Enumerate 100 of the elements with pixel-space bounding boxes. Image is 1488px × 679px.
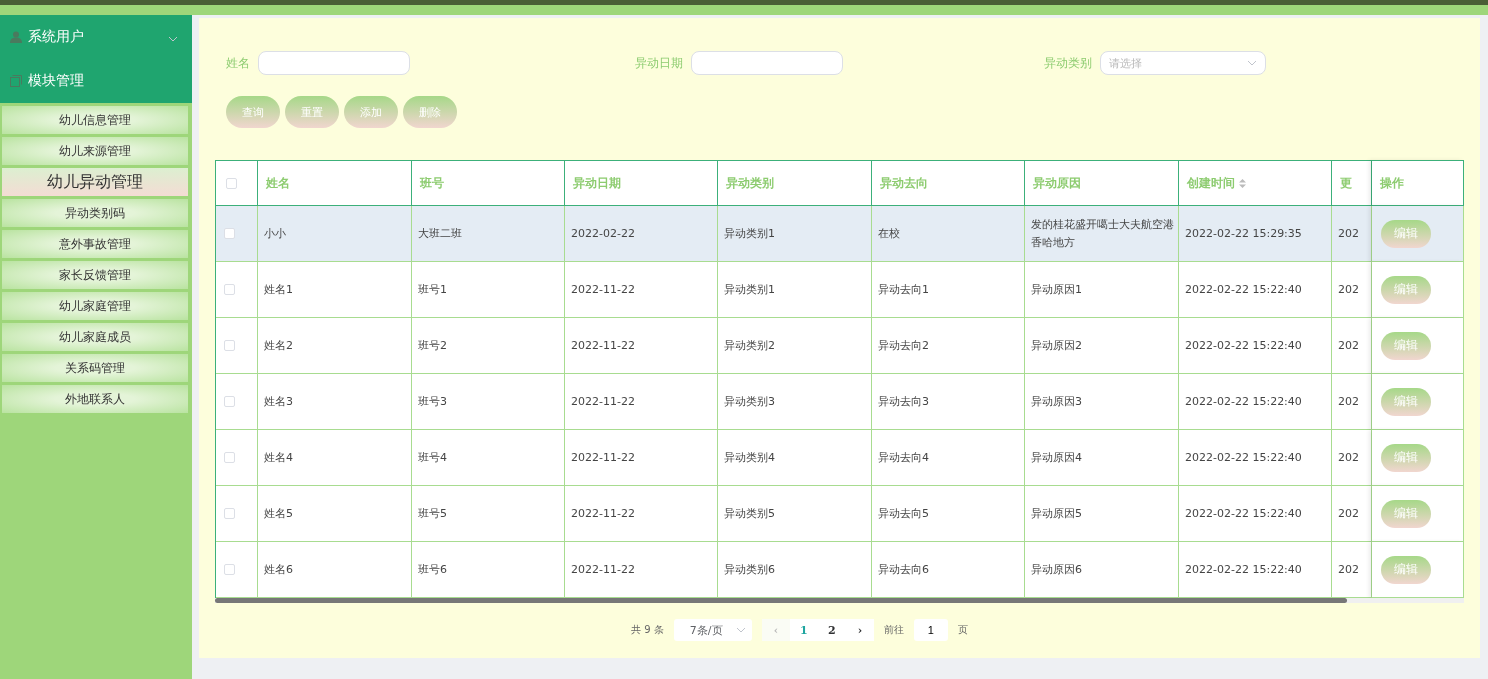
table-cell: 姓名3	[258, 374, 412, 430]
table-cell: 2022-11-22	[565, 542, 718, 598]
page-size-select[interactable]: 7条/页	[673, 619, 752, 641]
checkbox[interactable]	[224, 564, 235, 575]
table-cell: 发的桂花盛开噶士大夫航空港香哈地方	[1025, 206, 1179, 262]
menu-item[interactable]: 幼儿异动管理	[2, 168, 188, 196]
table-cell: 异动原因5	[1025, 486, 1179, 542]
menu-item[interactable]: 幼儿信息管理	[2, 106, 188, 134]
column-header: 创建时间	[1187, 174, 1235, 192]
table-cell: 异动类别1	[718, 262, 872, 318]
checkbox[interactable]	[224, 396, 235, 407]
table-cell: 异动去向3	[872, 374, 1025, 430]
checkbox[interactable]	[224, 508, 235, 519]
menu-item[interactable]: 关系码管理	[2, 354, 188, 382]
table-cell: 2022-11-22	[565, 318, 718, 374]
table-cell: 2022-11-22	[565, 486, 718, 542]
filter-label: 异动类别	[1044, 54, 1092, 72]
table-cell: 异动原因3	[1025, 374, 1179, 430]
table-cell: 202	[1332, 486, 1372, 542]
table-cell: 异动原因6	[1025, 542, 1179, 598]
column-header: 操作	[1380, 174, 1404, 192]
table-cell: 2022-02-22 15:22:40	[1179, 486, 1332, 542]
total-count: 共 9 条	[631, 623, 664, 637]
table-cell: 姓名2	[258, 318, 412, 374]
table-cell: 异动原因4	[1025, 430, 1179, 486]
table-cell: 异动原因1	[1025, 262, 1179, 318]
menu-group[interactable]: 系统用户	[0, 15, 192, 59]
table-cell: 班号4	[412, 430, 565, 486]
table-cell: 异动类别6	[718, 542, 872, 598]
table-cell: 大班二班	[412, 206, 565, 262]
copy-icon	[10, 75, 22, 87]
goto-label: 前往	[883, 623, 904, 637]
column-header: 班号	[420, 174, 444, 192]
table-cell: 异动去向4	[872, 430, 1025, 486]
table-cell: 2022-02-22 15:22:40	[1179, 374, 1332, 430]
table-cell: 在校	[872, 206, 1025, 262]
table-cell: 2022-02-22 15:22:40	[1179, 262, 1332, 318]
table-cell: 异动去向6	[872, 542, 1025, 598]
input-field[interactable]	[258, 51, 410, 75]
table-cell: 异动类别4	[718, 430, 872, 486]
goto-field[interactable]: 1	[913, 619, 948, 641]
menu-item[interactable]: 幼儿来源管理	[2, 137, 188, 165]
table-cell: 202	[1332, 430, 1372, 486]
select-field[interactable]: 请选择	[1100, 51, 1266, 75]
table-cell: 202	[1332, 262, 1372, 318]
table-cell: 班号5	[412, 486, 565, 542]
input-field[interactable]	[691, 51, 843, 75]
menu-group[interactable]: 模块管理	[0, 59, 192, 103]
filter-label: 异动日期	[635, 54, 683, 72]
column-header: 异动日期	[573, 174, 621, 192]
table-cell: 2022-02-22 15:29:35	[1179, 206, 1332, 262]
table-cell: 2022-02-22 15:22:40	[1179, 430, 1332, 486]
table-cell: 202	[1332, 318, 1372, 374]
table-cell: 202	[1332, 542, 1372, 598]
checkbox[interactable]	[224, 340, 235, 351]
table-cell: 异动类别2	[718, 318, 872, 374]
table-cell: 异动类别3	[718, 374, 872, 430]
table-cell: 姓名5	[258, 486, 412, 542]
menu-item[interactable]: 幼儿家庭管理	[2, 292, 188, 320]
menu-item[interactable]: 意外事故管理	[2, 230, 188, 258]
table-cell: 2022-02-22 15:22:40	[1179, 318, 1332, 374]
checkbox[interactable]	[224, 452, 235, 463]
table-cell: 异动去向1	[872, 262, 1025, 318]
column-header: 姓名	[266, 174, 290, 192]
table-cell: 异动类别1	[718, 206, 872, 262]
goto-suffix: 页	[957, 623, 968, 637]
chevron-icon	[1247, 60, 1257, 66]
table-cell: 2022-11-22	[565, 430, 718, 486]
checkbox[interactable]	[224, 228, 235, 239]
column-header: 更	[1340, 174, 1352, 192]
checkbox[interactable]	[226, 177, 237, 189]
table-cell: 异动去向2	[872, 318, 1025, 374]
column-header: 异动去向	[880, 174, 928, 192]
table-cell: 2022-02-22 15:22:40	[1179, 542, 1332, 598]
table-cell: 班号6	[412, 542, 565, 598]
chevron-icon	[735, 627, 746, 633]
menu-group-label: 模块管理	[28, 72, 84, 90]
table-cell: 班号1	[412, 262, 565, 318]
table-cell: 2022-11-22	[565, 374, 718, 430]
menu-item[interactable]: 异动类别码	[2, 199, 188, 227]
column-header: 异动原因	[1033, 174, 1081, 192]
table-cell: 班号2	[412, 318, 565, 374]
scrollbar-thumb[interactable]	[215, 598, 1347, 603]
menu-item[interactable]: 幼儿家庭成员	[2, 323, 188, 351]
filter-label: 姓名	[226, 54, 250, 72]
table-cell: 202	[1332, 374, 1372, 430]
table-cell: 姓名6	[258, 542, 412, 598]
table-cell: 2022-11-22	[565, 262, 718, 318]
prev-page-button[interactable]: ‹	[761, 619, 790, 641]
menu-item[interactable]: 家长反馈管理	[2, 261, 188, 289]
table-cell: 异动类别5	[718, 486, 872, 542]
checkbox[interactable]	[224, 284, 235, 295]
sort-icon[interactable]	[1239, 178, 1246, 188]
table-cell: 姓名4	[258, 430, 412, 486]
table-cell: 异动去向5	[872, 486, 1025, 542]
table-cell: 异动原因2	[1025, 318, 1179, 374]
table-cell: 小小	[258, 206, 412, 262]
menu-item[interactable]: 外地联系人	[2, 385, 188, 413]
table-cell: 2022-02-22	[565, 206, 718, 262]
column-header: 异动类别	[726, 174, 774, 192]
